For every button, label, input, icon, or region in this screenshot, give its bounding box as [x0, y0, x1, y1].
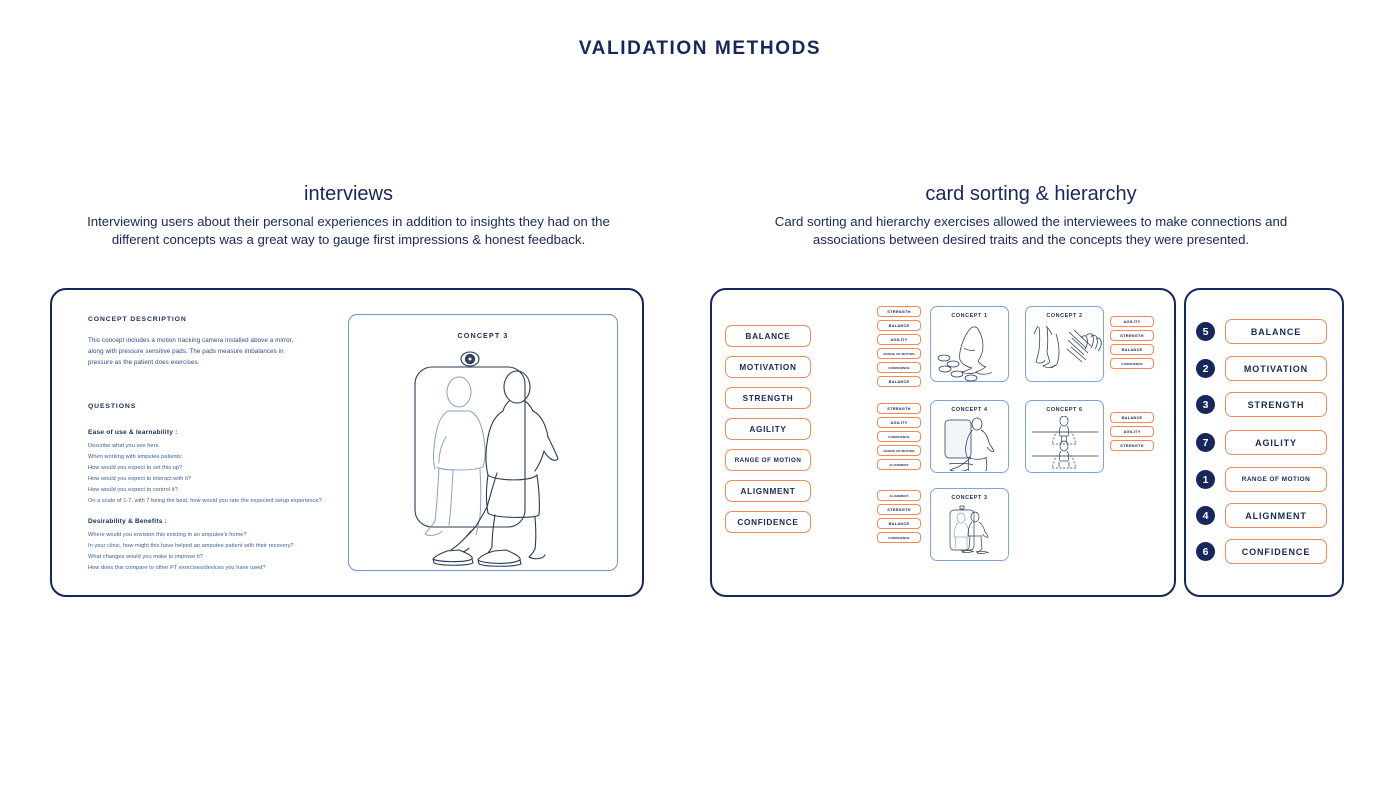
question-item: How would you expect to set this up? [88, 465, 183, 471]
concept-4-title: CONCEPT 4 [951, 407, 988, 413]
concept-1-title: CONCEPT 1 [951, 313, 988, 319]
concept-4-tag[interactable]: CONFIDENCE [877, 431, 921, 442]
trait-card-balance[interactable]: BALANCE [725, 325, 811, 347]
concept-2-title: CONCEPT 2 [1046, 313, 1083, 319]
concept-6-tag[interactable]: STRENGTH [1110, 440, 1154, 451]
ranked-trait-alignment[interactable]: ALIGNMENT [1225, 503, 1327, 528]
question-item: On a scale of 1-7, with 7 being the best… [88, 498, 322, 504]
concept-1-tag[interactable]: STRENGTH [877, 306, 921, 317]
question-item: How would you expect to control it? [88, 487, 178, 493]
question-item: Describe what you see here. [88, 443, 161, 449]
concept-2-tag[interactable]: AGILITY [1110, 316, 1154, 327]
concept-3-tag[interactable]: ALIGNMENT [877, 490, 921, 501]
concept-6-thumbnail[interactable]: CONCEPT 6 [1025, 400, 1104, 473]
trait-card-motivation[interactable]: MOTIVATION [725, 356, 811, 378]
concept-3-illustration [414, 351, 559, 567]
rank-badge: 4 [1196, 506, 1215, 525]
section-description-interviews: Interviewing users about their personal … [87, 214, 610, 247]
concept-description-body: This concept includes a motion tracking … [88, 337, 294, 366]
concept-4-thumbnail[interactable]: CONCEPT 4 [930, 400, 1009, 473]
concept-1-tag[interactable]: AGILITY [877, 334, 921, 345]
rank-badge: 5 [1196, 322, 1215, 341]
concept-4-tag[interactable]: STRENGTH [877, 403, 921, 414]
page-title: VALIDATION METHODS [578, 38, 822, 59]
concept-2-tag[interactable]: STRENGTH [1110, 330, 1154, 341]
concept-1-tag[interactable]: BALANCE [877, 376, 921, 387]
question-item: What changes would you make to improve i… [88, 554, 203, 560]
concept-2-tag[interactable]: CONFIDENCE [1110, 358, 1154, 369]
rank-badge: 2 [1196, 359, 1215, 378]
ranked-trait-balance[interactable]: BALANCE [1225, 319, 1327, 344]
card-sorting-panel: BALANCE MOTIVATION STRENGTH AGILITY RANG… [710, 288, 1176, 597]
concept-description-label: CONCEPT DESCRIPTION [88, 316, 187, 323]
hierarchy-panel: 5 BALANCE 2 MOTIVATION 3 STRENGTH 7 AGIL… [1184, 288, 1344, 597]
concept-3-illustration-frame: CONCEPT 3 [348, 314, 618, 571]
interviews-panel: CONCEPT DESCRIPTION This concept include… [50, 288, 644, 597]
concept-6-tag[interactable]: BALANCE [1110, 412, 1154, 423]
trait-card-strength[interactable]: STRENGTH [725, 387, 811, 409]
section-heading-card-sorting: card sorting & hierarchy [925, 183, 1137, 205]
validation-methods-slide: VALIDATION METHODS interviews Interviewi… [0, 0, 1400, 788]
trait-card-confidence[interactable]: CONFIDENCE [725, 511, 811, 533]
rank-badge: 7 [1196, 433, 1215, 452]
concept-1-tag[interactable]: BALANCE [877, 320, 921, 331]
question-item: When working with amputee patients: [88, 454, 183, 460]
rank-badge: 6 [1196, 542, 1215, 561]
trait-card-agility[interactable]: AGILITY [725, 418, 811, 440]
question-item: How would you expect to interact with it… [88, 476, 192, 482]
ranked-trait-strength[interactable]: STRENGTH [1225, 392, 1327, 417]
section-heading-interviews: interviews [304, 183, 393, 205]
rank-badge: 1 [1196, 470, 1215, 489]
ranked-trait-range-of-motion[interactable]: RANGE OF MOTION [1225, 467, 1327, 492]
concept-1-thumbnail[interactable]: CONCEPT 1 [930, 306, 1009, 382]
section-description-card-sorting: Card sorting and hierarchy exercises all… [774, 214, 1288, 247]
question-group-heading: Desirability & Benefits : [88, 518, 168, 525]
concept-6-illustration [1032, 416, 1098, 469]
concept-4-tag[interactable]: RANGE OF MOTION [877, 445, 921, 456]
concept-3-thumbnail[interactable]: CONCEPT 3 [930, 488, 1009, 561]
question-item: In your clinic, how might this have help… [88, 543, 294, 549]
ranked-trait-agility[interactable]: AGILITY [1225, 430, 1327, 455]
question-item: How does this compare to other PT exerci… [88, 565, 266, 571]
concept-3-tag[interactable]: BALANCE [877, 518, 921, 529]
concept-6-tag[interactable]: AGILITY [1110, 426, 1154, 437]
concept-3-tag[interactable]: CONFIDENCE [877, 532, 921, 543]
trait-card-range-of-motion[interactable]: RANGE OF MOTION [725, 449, 811, 471]
question-group-heading: Ease of use & learnability : [88, 429, 178, 436]
concept-3-tag[interactable]: STRENGTH [877, 504, 921, 515]
concept-2-illustration [1033, 325, 1102, 369]
trait-card-alignment[interactable]: ALIGNMENT [725, 480, 811, 502]
concept-6-title: CONCEPT 6 [1046, 407, 1083, 413]
rank-badge: 3 [1196, 395, 1215, 414]
concept-4-tag[interactable]: AGILITY [877, 417, 921, 428]
questions-label: QUESTIONS [88, 403, 137, 410]
ranked-trait-motivation[interactable]: MOTIVATION [1225, 356, 1327, 381]
question-item: Where would you envision this existing i… [88, 532, 247, 538]
concept-2-tag[interactable]: BALANCE [1110, 344, 1154, 355]
concept-4-illustration [944, 417, 995, 471]
concept-1-tag[interactable]: CONFIDENCE [877, 362, 921, 373]
concept-4-tag[interactable]: ALIGNMENT [877, 459, 921, 470]
ranked-trait-confidence[interactable]: CONFIDENCE [1225, 539, 1327, 564]
concept-3-title: CONCEPT 3 [951, 495, 988, 501]
concept-1-tag[interactable]: RANGE OF MOTION [877, 348, 921, 359]
concept-1-illustration [937, 326, 993, 382]
concept-3-illustration-small [949, 505, 990, 555]
concept-image-title: CONCEPT 3 [457, 331, 509, 340]
concept-2-thumbnail[interactable]: CONCEPT 2 [1025, 306, 1104, 382]
